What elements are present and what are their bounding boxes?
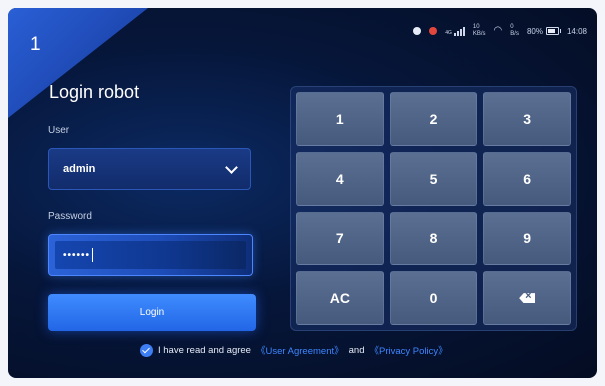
- battery-level: 80%: [526, 26, 543, 36]
- key-7[interactable]: 7: [296, 211, 384, 266]
- password-field[interactable]: ••••••: [48, 234, 253, 276]
- agree-checkbox[interactable]: [140, 343, 153, 357]
- wifi-icon: ◠: [493, 25, 503, 36]
- location-icon: [429, 27, 438, 35]
- password-value: ••••••: [63, 249, 91, 261]
- key-0[interactable]: 0: [389, 271, 478, 325]
- record-icon: [413, 27, 422, 35]
- password-inner: ••••••: [55, 241, 246, 269]
- agreement-and: and: [348, 344, 365, 356]
- user-label: User: [48, 125, 70, 136]
- user-value: admin: [63, 163, 96, 175]
- battery-icon: [545, 27, 561, 35]
- agreement-row: I have read and agree 《User Agreement》 a…: [140, 343, 448, 357]
- battery-status: 80%: [526, 26, 561, 36]
- login-button[interactable]: Login: [48, 294, 256, 331]
- key-clear[interactable]: AC: [296, 271, 384, 325]
- step-number: 1: [30, 34, 41, 55]
- password-label: Password: [48, 211, 92, 222]
- key-4[interactable]: 4: [296, 151, 384, 206]
- backspace-icon: [519, 293, 536, 304]
- signal-icon: 4G: [445, 26, 465, 36]
- upload-speed: 10 KB/s: [472, 24, 486, 37]
- clock: 14:08: [566, 26, 587, 36]
- user-select[interactable]: admin: [48, 148, 251, 190]
- chevron-down-icon: [225, 160, 238, 174]
- key-9[interactable]: 9: [483, 211, 571, 266]
- key-1[interactable]: 1: [296, 92, 384, 146]
- status-bar: 4G 10 KB/s ◠ 0 B/s 80% 14:08: [413, 24, 587, 38]
- page-title: Login robot: [49, 82, 140, 102]
- agreement-text: I have read and agree: [158, 344, 251, 356]
- key-6[interactable]: 6: [483, 151, 571, 206]
- text-caret: [92, 248, 94, 262]
- key-8[interactable]: 8: [389, 211, 478, 266]
- privacy-policy-link[interactable]: 《Privacy Policy》: [369, 343, 447, 357]
- user-agreement-link[interactable]: 《User Agreement》: [256, 343, 344, 357]
- numeric-keypad: 1 2 3 4 5 6 7 8 9 AC 0: [290, 86, 577, 331]
- net-type: 4G: [445, 29, 452, 36]
- key-2[interactable]: 2: [389, 92, 478, 146]
- key-3[interactable]: 3: [483, 92, 571, 146]
- download-speed: 0 B/s: [510, 24, 519, 37]
- key-5[interactable]: 5: [389, 151, 478, 206]
- key-backspace[interactable]: [483, 271, 571, 325]
- login-screen: 1 4G 10 KB/s ◠ 0 B/s 80% 14:08 Login rob…: [8, 8, 597, 378]
